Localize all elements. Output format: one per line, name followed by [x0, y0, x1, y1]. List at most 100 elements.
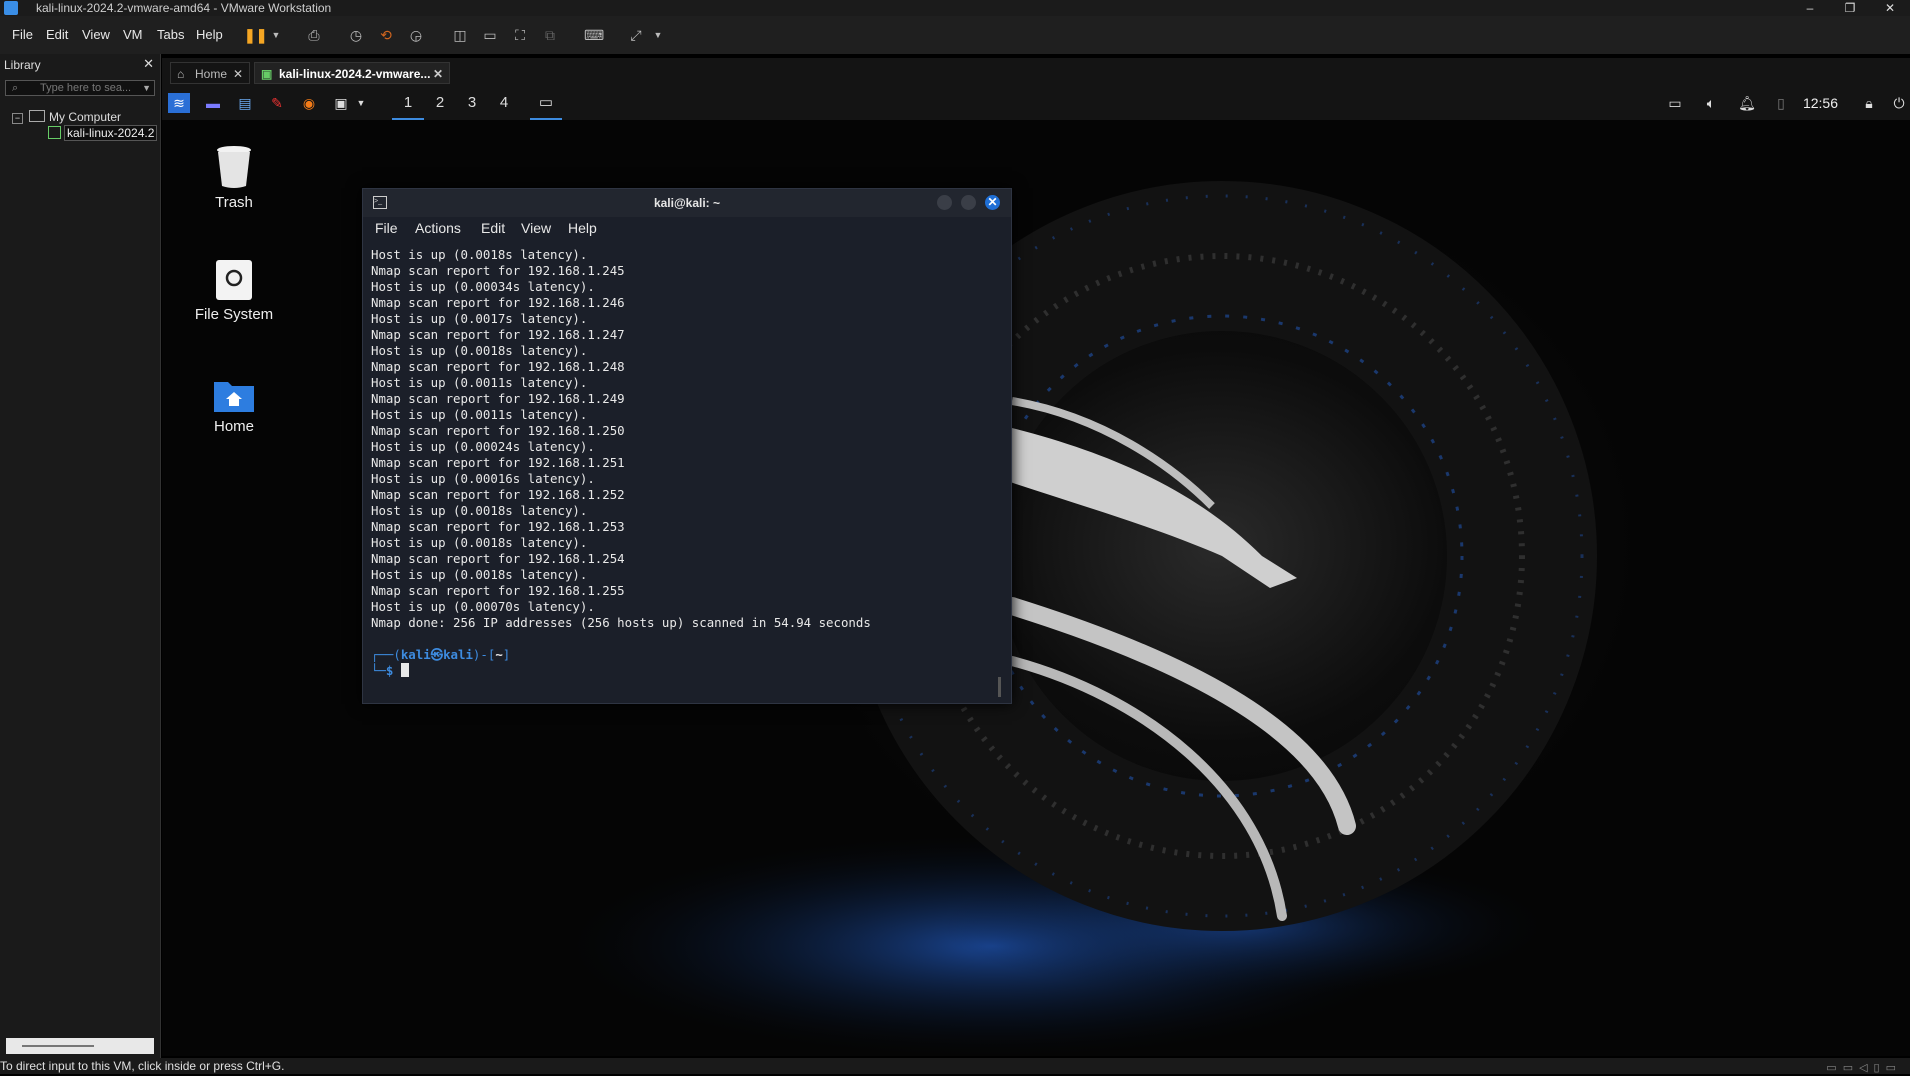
text-editor-icon[interactable]: ✎ [266, 93, 288, 113]
terminal-menu-file[interactable]: File [375, 220, 398, 236]
restore-button[interactable]: ❐ [1830, 0, 1870, 16]
volume-icon[interactable]: 🔈︎ [1700, 93, 1722, 113]
terminal-line: Nmap done: 256 IP addresses (256 hosts u… [371, 615, 871, 630]
menu-vm[interactable]: VM [123, 27, 143, 42]
prompt-user: kali㉿kali [400, 647, 473, 662]
workspace-4[interactable]: 4 [488, 86, 520, 120]
revert-snapshot-icon[interactable]: ⟲ [376, 26, 396, 44]
status-text: To direct input to this VM, click inside… [0, 1059, 285, 1073]
pause-icon[interactable]: ❚❚ [244, 26, 267, 44]
tab-home-close[interactable]: ✕ [233, 63, 243, 85]
library-search-input[interactable]: ⌕ Type here to sea... ▼ [5, 80, 155, 96]
close-window-button[interactable]: ✕ [1870, 0, 1910, 16]
terminal-menu-actions[interactable]: Actions [415, 220, 461, 236]
library-scrollbar[interactable] [6, 1038, 154, 1054]
window-title: kali-linux-2024.2-vmware-amd64 - VMware … [36, 1, 332, 15]
collapse-icon[interactable]: − [12, 113, 23, 124]
show-desktop-icon[interactable]: ▬ [202, 93, 224, 113]
home-folder-icon [214, 382, 254, 412]
file-manager-icon[interactable]: ▤ [234, 93, 256, 113]
home-tab-icon: ⌂ [177, 67, 185, 81]
fullscreen-icon[interactable]: ⛶ [510, 26, 530, 44]
snapshot-icon[interactable]: ◷ [346, 26, 366, 44]
menu-tabs[interactable]: Tabs [157, 27, 184, 42]
battery-icon[interactable]: ▯ [1770, 93, 1792, 113]
menu-view[interactable]: View [82, 27, 110, 42]
terminal-line: Nmap scan report for 192.168.1.253 [371, 519, 625, 534]
stretch-dropdown-icon[interactable]: ▼ [648, 26, 668, 44]
desktop-icon-home-label: Home [213, 418, 254, 435]
terminal-line: Nmap scan report for 192.168.1.246 [371, 295, 625, 310]
pause-dropdown-icon[interactable]: ▼ [266, 26, 286, 44]
terminal-launcher-icon[interactable]: ▣ [330, 93, 352, 113]
terminal-line: Host is up (0.00016s latency). [371, 471, 595, 486]
terminal-window[interactable]: >_ kali@kali: ~ ✕ File Actions Edit View… [362, 188, 1012, 704]
terminal-titlebar[interactable]: >_ kali@kali: ~ ✕ [363, 189, 1011, 217]
drive-icon [216, 260, 252, 300]
desktop-icon-trash[interactable]: Trash [184, 144, 284, 211]
desktop-icon-home[interactable]: Home [184, 376, 284, 435]
unity-icon[interactable]: ⧉ [540, 26, 560, 44]
tab-home[interactable]: ⌂ Home ✕ [170, 62, 250, 84]
sidebar-toggle-icon[interactable]: ◫ [450, 26, 470, 44]
firefox-icon[interactable]: ◉ [298, 93, 320, 113]
terminal-minimize-button[interactable] [937, 195, 952, 210]
search-dropdown-icon[interactable]: ▼ [142, 81, 151, 95]
menu-file[interactable]: File [12, 27, 33, 42]
snapshot-manager-icon[interactable]: ◶ [406, 26, 426, 44]
terminal-close-button[interactable]: ✕ [985, 195, 1000, 210]
terminal-line: Nmap scan report for 192.168.1.245 [371, 263, 625, 278]
tab-kali-vm[interactable]: ▣ kali-linux-2024.2-vmware... ✕ [254, 62, 450, 84]
tree-my-computer-label: My Computer [49, 110, 122, 124]
tree-vm-kali[interactable]: kali-linux-2024.2 [48, 125, 158, 141]
terminal-line: Host is up (0.0017s latency). [371, 311, 588, 326]
prompt-mid: )-[ [472, 647, 496, 662]
vm-tab-icon: ▣ [261, 67, 273, 81]
scrollbar-thumb[interactable] [22, 1045, 94, 1047]
display-icon[interactable]: ▭ [1664, 93, 1686, 113]
terminal-menu-view[interactable]: View [521, 220, 551, 236]
terminal-input-line[interactable]: └─$ [371, 663, 991, 679]
vm-guest-display[interactable]: ≋ ▬ ▤ ✎ ◉ ▣ ▼ 1 2 3 4 ▭ ▭ 🔈︎ 🔔︎ ▯ 12:56 … [162, 86, 1910, 1056]
terminal-line: Host is up (0.00034s latency). [371, 279, 595, 294]
kali-menu-icon[interactable]: ≋ [168, 93, 190, 113]
terminal-line: Nmap scan report for 192.168.1.249 [371, 391, 625, 406]
terminal-line: Host is up (0.0018s latency). [371, 503, 588, 518]
panel-clock[interactable]: 12:56 [1803, 86, 1838, 120]
library-title: Library [4, 58, 41, 72]
library-panel: Library ✕ ⌕ Type here to sea... ▼ − My Co… [0, 54, 161, 1058]
tab-kali-close[interactable]: ✕ [433, 63, 443, 85]
library-close-button[interactable]: ✕ [143, 56, 154, 72]
power-icon[interactable]: ⏻ [1888, 93, 1910, 113]
terminal-menu-edit[interactable]: Edit [481, 220, 505, 236]
minimize-button[interactable]: – [1790, 0, 1830, 16]
terminal-line: Nmap scan report for 192.168.1.247 [371, 327, 625, 342]
thumbnail-icon[interactable]: ▭ [480, 26, 500, 44]
workspace-2[interactable]: 2 [424, 86, 456, 120]
desktop-icon-file-system[interactable]: File System [184, 258, 284, 323]
vmware-menubar: File Edit View VM Tabs Help ❚❚ ▼ ⎙ ◷ ⟲ ◶… [0, 16, 1910, 54]
terminal-menubar: File Actions Edit View Help [363, 217, 1011, 241]
lock-screen-icon[interactable]: 🔒︎ [1858, 93, 1880, 113]
workspace-3[interactable]: 3 [456, 86, 488, 120]
terminal-line: Host is up (0.0018s latency). [371, 247, 588, 262]
send-keys-icon[interactable]: ⎙ [304, 26, 324, 44]
notification-icon[interactable]: 🔔︎ [1736, 93, 1758, 113]
terminal-menu-help[interactable]: Help [568, 220, 597, 236]
stretch-icon[interactable]: ⤢ [626, 26, 646, 44]
menu-edit[interactable]: Edit [46, 27, 68, 42]
console-icon[interactable]: ⌨ [584, 26, 604, 44]
terminal-scrollbar[interactable] [998, 677, 1001, 697]
terminal-line: Nmap scan report for 192.168.1.250 [371, 423, 625, 438]
terminal-line: Nmap scan report for 192.168.1.251 [371, 455, 625, 470]
terminal-line: Host is up (0.00024s latency). [371, 439, 595, 454]
terminal-maximize-button[interactable] [961, 195, 976, 210]
taskbar-terminal-window-icon[interactable]: ▭ [530, 86, 562, 120]
menu-help[interactable]: Help [196, 27, 223, 42]
terminal-dropdown-icon[interactable]: ▼ [354, 93, 368, 113]
tree-my-computer[interactable]: − My Computer [12, 110, 121, 124]
workspace-1[interactable]: 1 [392, 86, 424, 120]
terminal-line: Host is up (0.0018s latency). [371, 343, 588, 358]
kali-top-panel: ≋ ▬ ▤ ✎ ◉ ▣ ▼ 1 2 3 4 ▭ ▭ 🔈︎ 🔔︎ ▯ 12:56 … [162, 86, 1910, 120]
terminal-output[interactable]: Host is up (0.0018s latency). Nmap scan r… [371, 247, 991, 679]
